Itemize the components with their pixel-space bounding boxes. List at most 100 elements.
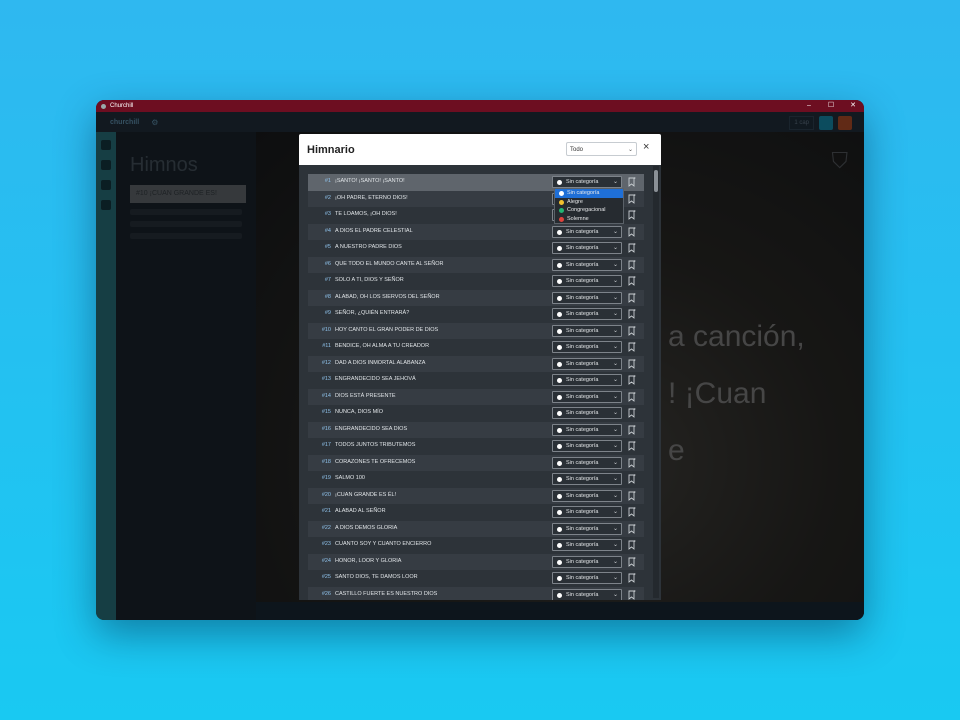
bookmark-icon[interactable] <box>628 259 636 270</box>
category-select[interactable]: Sin categoría ⌄ <box>552 308 622 320</box>
category-label: Sin categoría <box>566 525 599 532</box>
hymn-row[interactable]: #24 HONOR, LOOR Y GLORIA Sin categoría ⌄ <box>308 553 644 570</box>
hymn-row[interactable]: #8 ALABAD, OH LOS SIERVOS DEL SEÑOR Sin ca… <box>308 289 644 306</box>
bookmark-icon[interactable] <box>628 391 636 402</box>
hymn-row[interactable]: #23 CUANTO SOY Y CUANTO ENCIERRO Sin categ… <box>308 537 644 554</box>
category-option[interactable]: Alegre <box>555 198 623 207</box>
hymn-row[interactable]: #10 HOY CANTO EL GRAN PODER DE DIOS Sin ca… <box>308 322 644 339</box>
category-select[interactable]: Sin categoría ⌄ <box>552 225 622 238</box>
hymn-row[interactable]: #7 SOLO A TI, DIOS Y SEÑOR Sin categoría ⌄ <box>308 273 644 290</box>
hymn-row[interactable]: #19 SALMO 100 Sin categoría ⌄ <box>308 471 644 488</box>
hymn-number: #5 <box>324 244 331 250</box>
hymn-number: #13 <box>321 376 331 382</box>
bookmark-icon[interactable] <box>628 589 636 600</box>
category-select[interactable]: Sin categoría ⌄ <box>552 572 622 584</box>
hymn-row[interactable]: #26 CASTILLO FUERTE ES NUESTRO DIOS Sin ca… <box>308 586 644 600</box>
category-option[interactable]: Sin categoría <box>555 189 623 198</box>
category-select[interactable]: Sin categoría ⌄ <box>552 489 622 502</box>
hymn-title: ¡CUAN GRANDE ES ÉL! <box>335 491 397 498</box>
bookmark-icon[interactable] <box>628 226 636 237</box>
hymn-row[interactable]: #5 A NUESTRO PADRE DIOS Sin categoría ⌄ <box>308 240 644 257</box>
bookmark-icon[interactable] <box>628 358 636 369</box>
hymn-row[interactable]: #6 QUE TODO EL MUNDO CANTE AL SEÑOR Sin ca… <box>308 256 644 273</box>
category-filter-select[interactable]: Todo ⌄ <box>566 142 637 156</box>
category-select[interactable]: Sin categoría ⌄ <box>552 407 622 419</box>
bookmark-icon[interactable] <box>628 556 636 567</box>
bookmark-icon[interactable] <box>628 309 636 319</box>
bookmark-icon[interactable] <box>628 292 636 303</box>
category-select[interactable]: Sin categoría ⌄ <box>552 423 622 436</box>
category-label: Sin categoría <box>566 393 599 400</box>
bookmark-icon[interactable] <box>628 457 636 468</box>
hymn-number: #1 <box>324 178 331 184</box>
category-label: Sin categoría <box>566 558 599 565</box>
hymn-row[interactable]: #22 A DIOS DEMOS GLORIA Sin categoría ⌄ <box>308 520 644 537</box>
close-window-button[interactable]: ✕ <box>842 100 864 112</box>
hymn-row[interactable]: #17 TODOS JUNTOS TRIBUTEMOS Sin categoría ⌄ <box>308 438 644 455</box>
chevron-down-icon: ⌄ <box>612 443 618 449</box>
hymn-row[interactable]: #16 ENGRANDECIDO SEA DIOS Sin categoría ⌄ <box>308 421 644 438</box>
close-modal-button[interactable]: × <box>643 141 649 153</box>
hymn-number: #11 <box>322 343 331 349</box>
bookmark-icon[interactable] <box>628 342 636 352</box>
modal-scrollbar[interactable] <box>653 166 659 598</box>
bookmark-icon[interactable] <box>628 177 636 187</box>
category-select[interactable]: Sin categoría ⌄ <box>552 341 622 353</box>
category-select[interactable]: Sin categoría ⌄ <box>552 275 622 287</box>
category-select[interactable]: Sin categoría ⌄ <box>552 291 622 304</box>
category-select[interactable]: Sin categoría ⌄ <box>552 588 622 600</box>
hymn-row[interactable]: #9 SEÑOR, ¿QUIÉN ENTRARÁ? Sin categoría ⌄ <box>308 306 644 323</box>
hymn-row[interactable]: #11 BENDICE, OH ALMA A TU CREADOR Sin cate… <box>308 339 644 356</box>
bookmark-icon[interactable] <box>628 325 636 336</box>
hymn-row[interactable]: #12 DAD A DIOS INMORTAL ALABANZA Sin categ… <box>308 355 644 372</box>
scrollbar-thumb[interactable] <box>654 170 658 192</box>
bookmark-icon[interactable] <box>628 424 636 435</box>
hymn-number: #24 <box>321 557 331 564</box>
category-option[interactable]: Congregacional <box>555 206 623 215</box>
bookmark-icon[interactable] <box>628 210 636 220</box>
hymn-row[interactable]: #21 ALABAD AL SEÑOR Sin categoría ⌄ <box>308 504 644 521</box>
bookmark-icon[interactable] <box>628 474 636 484</box>
bookmark-icon[interactable] <box>628 243 636 253</box>
category-select[interactable]: Sin categoría ⌄ <box>552 539 622 551</box>
maximize-button[interactable]: ☐ <box>820 100 842 112</box>
category-label: Sin categoría <box>566 426 599 433</box>
category-select[interactable]: Sin categoría ⌄ <box>552 357 622 370</box>
category-select[interactable]: Sin categoría ⌄ <box>552 555 622 568</box>
bookmark-icon[interactable] <box>628 441 636 451</box>
category-select[interactable]: Sin categoría ⌄ <box>552 374 622 386</box>
bookmark-icon[interactable] <box>628 276 636 286</box>
category-select[interactable]: Sin categoría ⌄ <box>552 473 622 485</box>
minimize-button[interactable]: – <box>798 100 820 112</box>
hymn-row[interactable]: #20 ¡CUAN GRANDE ES ÉL! Sin categoría ⌄ <box>308 487 644 504</box>
hymn-row[interactable]: #4 A DIOS EL PADRE CELESTIAL Sin categoría… <box>308 223 644 240</box>
category-label: Sin categoría <box>566 179 599 185</box>
hymn-row[interactable]: #25 SANTO DIOS, TE DAMOS LOOR Sin categorí… <box>308 570 644 587</box>
category-select[interactable]: Sin categoría ⌄ <box>552 506 622 518</box>
bookmark-icon[interactable] <box>628 573 636 583</box>
bookmark-icon[interactable] <box>628 540 636 550</box>
bookmark-icon[interactable] <box>628 375 636 385</box>
category-select[interactable]: Sin categoría ⌄ <box>552 324 622 337</box>
category-select[interactable]: Sin categoría ⌄ <box>552 440 622 452</box>
category-select[interactable]: Sin categoría ⌄ <box>552 258 622 271</box>
category-select[interactable]: Sin categoría ⌄ <box>552 242 622 254</box>
category-option[interactable]: Solemne <box>555 215 623 224</box>
category-color-dot <box>557 229 562 235</box>
hymn-row[interactable]: #15 NUNCA, DIOS MÍO Sin categoría ⌄ <box>308 405 644 422</box>
bookmark-icon[interactable] <box>628 193 636 204</box>
bookmark-icon[interactable] <box>628 408 636 418</box>
bookmark-icon[interactable] <box>628 490 636 501</box>
category-select[interactable]: Sin categoría ⌄ <box>552 456 622 469</box>
hymn-row[interactable]: #18 CORAZONES TE OFRECEMOS Sin categoría ⌄ <box>308 454 644 471</box>
category-select[interactable]: Sin categoría ⌄ <box>552 176 622 188</box>
hymn-row[interactable]: #13 ENGRANDECIDO SEA JEHOVÁ Sin categoría ⌄ <box>308 372 644 389</box>
hymn-row[interactable]: #14 DIOS ESTÁ PRESENTE Sin categoría ⌄ <box>308 388 644 405</box>
bookmark-icon[interactable] <box>628 507 636 517</box>
category-select[interactable]: Sin categoría ⌄ <box>552 522 622 535</box>
category-dropdown[interactable]: Sin categoría Alegre Congregacional Solemne <box>554 188 624 224</box>
hymn-number: #14 <box>321 392 331 399</box>
bookmark-icon[interactable] <box>628 523 636 534</box>
category-select[interactable]: Sin categoría ⌄ <box>552 390 622 403</box>
hymn-number: #6 <box>324 260 331 267</box>
